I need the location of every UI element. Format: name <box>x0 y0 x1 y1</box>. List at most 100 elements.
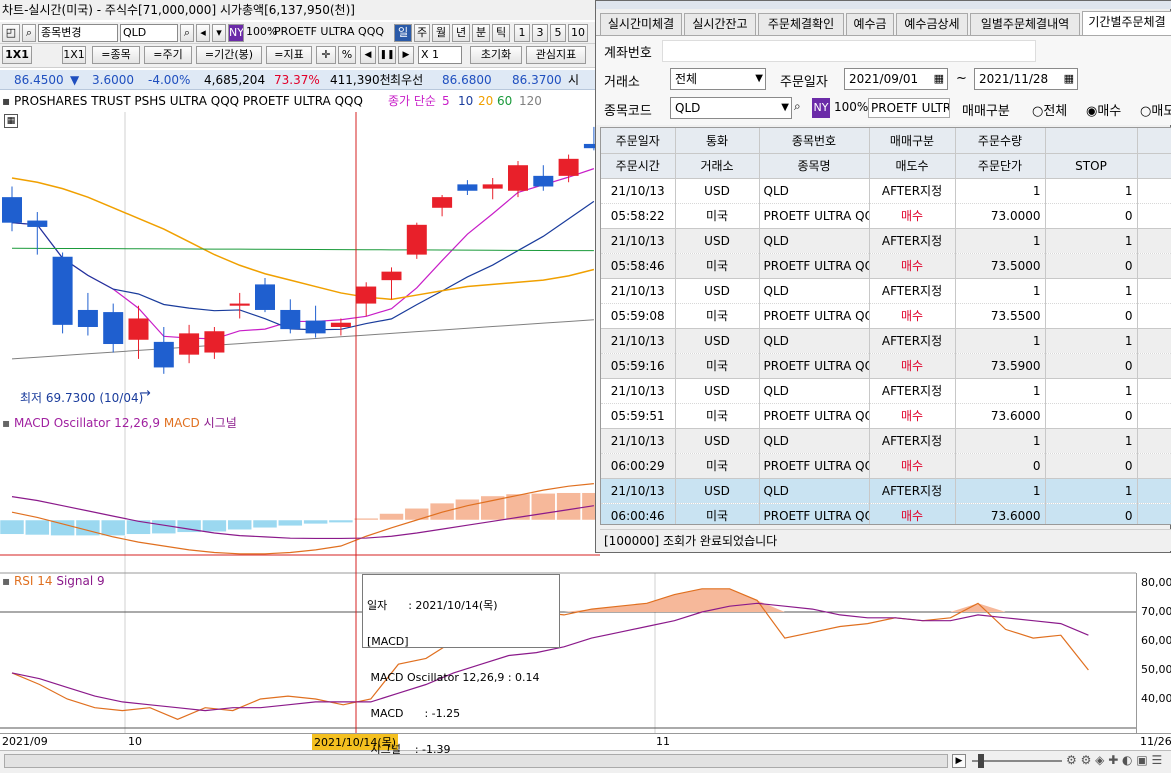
col-order-date: 주문일자 <box>601 128 676 154</box>
cell-price: 73.6000 <box>955 403 1046 429</box>
scroll-right-icon[interactable]: ▶ <box>952 754 966 768</box>
table-row[interactable]: 05:59:16 미국 PROETF ULTRA QQ 매수 73.5900 0 <box>601 353 1171 379</box>
calendar-icon[interactable]: ▦ <box>934 69 944 89</box>
tab-deposit[interactable]: 예수금 <box>846 13 894 35</box>
table-row[interactable]: 21/10/13 USD QLD AFTER지정 1 1 <box>601 428 1171 454</box>
ma60-line <box>11 247 594 252</box>
cell-date: 21/10/13 <box>601 228 676 254</box>
table-row[interactable]: 06:00:46 미국 PROETF ULTRA QQ 매수 73.6000 0 <box>601 503 1171 524</box>
cell-currency: USD <box>675 228 760 254</box>
cell-code: QLD <box>759 278 870 304</box>
cell-type: AFTER지정 <box>869 278 956 304</box>
col-exchange: 거래소 <box>675 153 760 179</box>
col-order-qty: 주문수량 <box>955 128 1046 154</box>
cell-type: AFTER지정 <box>869 228 956 254</box>
macd-osc-bar <box>278 519 303 527</box>
table-row[interactable]: 21/10/13 USD QLD AFTER지정 1 1 <box>601 228 1171 254</box>
x-axis: 2021/09 10 2021/10/14(목) 11 11/26 <box>0 733 1171 750</box>
cell-type: AFTER지정 <box>869 178 956 204</box>
calendar-icon[interactable]: ▦ <box>1064 69 1074 89</box>
candle-body <box>52 256 73 325</box>
cell-side: 매수 <box>869 503 956 524</box>
status-bar: [100000] 조회가 완료되었습니다 <box>600 529 1171 551</box>
radio-buy[interactable]: ◉매수 <box>1086 100 1121 119</box>
cell-date: 21/10/13 <box>601 378 676 404</box>
macd-bullet-icon: ▪ <box>2 416 14 430</box>
order-history-window: 실시간미체결 실시간잔고 주문체결확인 예수금 예수금상세 일별주문체결내역 기… <box>595 0 1171 553</box>
table-row[interactable]: 06:00:29 미국 PROETF ULTRA QQ 매수 0 0 <box>601 453 1171 479</box>
table-row[interactable]: 21/10/13 USD QLD AFTER지정 1 1 <box>601 378 1171 404</box>
search-icon[interactable]: ⌕ <box>794 99 810 117</box>
rsi-signal-label: Signal 9 <box>56 574 105 588</box>
cell-side: 매수 <box>869 203 956 229</box>
zoom-slider-handle[interactable] <box>978 754 984 768</box>
cell-time: 05:59:08 <box>601 303 676 329</box>
cell-currency: USD <box>675 428 760 454</box>
radio-sell[interactable]: ○매도 <box>1140 100 1171 119</box>
tab-deposit-detail[interactable]: 예수금상세 <box>896 13 968 35</box>
cell-side: 매수 <box>869 353 956 379</box>
order-tabs: 실시간미체결 실시간잔고 주문체결확인 예수금 예수금상세 일별주문체결내역 기… <box>596 11 1171 35</box>
tab-realtime-balance[interactable]: 실시간잔고 <box>684 13 756 35</box>
zoom-slider[interactable] <box>972 754 1062 768</box>
tab-daily-history[interactable]: 일별주문체결내역 <box>970 13 1080 35</box>
cell-blank <box>1137 253 1171 279</box>
code-input[interactable]: QLD ▼ <box>670 97 792 119</box>
ma5-line <box>11 168 595 340</box>
cell-exchange: 미국 <box>675 503 760 524</box>
cell-qty: 1 <box>955 428 1046 454</box>
cell-time: 05:58:46 <box>601 253 676 279</box>
date-to-input[interactable]: 2021/11/28 ▦ <box>974 68 1078 90</box>
table-row[interactable]: 05:58:22 미국 PROETF ULTRA QQ 매수 73.0000 0 <box>601 203 1171 229</box>
col-name: 종목명 <box>759 153 870 179</box>
table-row[interactable]: 05:59:08 미국 PROETF ULTRA QQ 매수 73.5500 0 <box>601 303 1171 329</box>
macd-osc-bar <box>455 498 480 521</box>
table-row[interactable]: 05:58:46 미국 PROETF ULTRA QQ 매수 73.5000 0 <box>601 253 1171 279</box>
tab-realtime-unfilled[interactable]: 실시간미체결 <box>600 13 682 35</box>
table-row[interactable]: 21/10/13 USD QLD AFTER지정 1 1 <box>601 278 1171 304</box>
candle-body <box>457 184 478 191</box>
tooltip-signal: 시그널 : -1.39 <box>367 743 451 756</box>
table-row[interactable]: 05:59:51 미국 PROETF ULTRA QQ 매수 73.6000 0 <box>601 403 1171 429</box>
header-row-top[interactable]: 주문일자통화종목번호매매구분주문수량 체 <box>601 128 1171 154</box>
cell-blank <box>1137 353 1171 379</box>
order-window-titlebar[interactable] <box>596 1 1171 9</box>
candle-body <box>280 309 301 330</box>
macd-osc-bar <box>480 495 505 521</box>
cell-filled: 1 <box>1045 228 1138 254</box>
table-row[interactable]: 21/10/13 USD QLD AFTER지정 1 1 <box>601 178 1171 204</box>
candle <box>103 303 124 353</box>
chevron-down-icon[interactable]: ▼ <box>781 98 789 118</box>
table-row[interactable]: 21/10/13 USD QLD AFTER지정 1 1 <box>601 478 1171 504</box>
tooltip-osc: MACD Oscillator 12,26,9 : 0.14 <box>367 671 540 684</box>
candle-body <box>356 286 377 304</box>
header-row-bottom[interactable]: 주문시간거래소종목명매도수주문단가STOP체 <box>601 153 1171 179</box>
col-order-time: 주문시간 <box>601 153 676 179</box>
exchange-select[interactable]: 전체 ▼ <box>670 68 766 90</box>
candle <box>153 326 174 374</box>
cell-code: QLD <box>759 328 870 354</box>
cell-blank <box>1137 178 1171 204</box>
tooltip-date: 일자 : 2021/10/14(목) <box>367 599 498 612</box>
account-field[interactable] <box>662 40 1036 62</box>
candle-body <box>255 284 275 310</box>
cell-stop: 0 <box>1045 403 1138 429</box>
cell-currency: USD <box>675 478 760 504</box>
table-row[interactable]: 21/10/13 USD QLD AFTER지정 1 1 <box>601 328 1171 354</box>
col-order-type: 매매구분 <box>869 128 956 154</box>
rsi-tick-40: 40,00 <box>1141 692 1171 705</box>
date-from-input[interactable]: 2021/09/01 ▦ <box>844 68 948 90</box>
x-tick-right: 11/26 <box>1140 735 1171 748</box>
macd-osc-bar <box>379 513 404 521</box>
candle <box>179 324 200 364</box>
chevron-down-icon: ▼ <box>755 73 763 84</box>
chart-tool-icons[interactable]: ⚙ ⚙ ◈ ✚ ◐ ▣ ☰ <box>1066 753 1162 767</box>
order-table: 주문일자통화종목번호매매구분주문수량체주문시간거래소종목명매도수주문단가STOP… <box>601 128 1171 524</box>
tab-order-fill-check[interactable]: 주문체결확인 <box>758 13 844 35</box>
cell-stop: 0 <box>1045 253 1138 279</box>
cell-exchange: 미국 <box>675 303 760 329</box>
col-currency: 통화 <box>675 128 760 154</box>
tab-period-history[interactable]: 기간별주문체결 <box>1082 11 1171 35</box>
radio-all[interactable]: ○전체 <box>1032 100 1067 119</box>
col-order-qty-ext <box>1045 128 1138 154</box>
